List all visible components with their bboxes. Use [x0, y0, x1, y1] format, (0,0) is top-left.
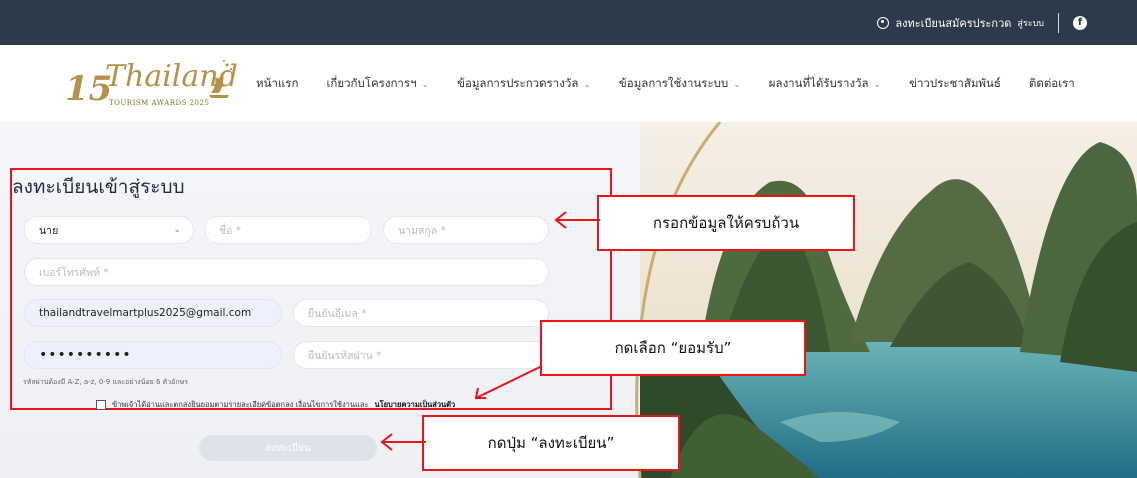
consent-checkbox[interactable]: [96, 400, 106, 410]
top-bar: ลงทะเบียนสมัครประกวด สู่ระบบ f: [0, 0, 1137, 45]
top-bar-actions: ลงทะเบียนสมัครประกวด สู่ระบบ f: [877, 0, 1087, 45]
title-select[interactable]: นาย ⌄: [24, 216, 194, 244]
chevron-down-icon: ⌄: [873, 79, 882, 90]
first-name-field[interactable]: ชื่อ *: [204, 216, 372, 244]
email-confirm-field[interactable]: ยืนยันอีเมล *: [293, 299, 549, 327]
nav-item-system-info[interactable]: ข้อมูลการใช้งานระบบ ⌄: [619, 75, 741, 93]
chevron-down-icon: ⌄: [733, 79, 741, 90]
nav-item-contact[interactable]: ติดต่อเรา: [1029, 75, 1075, 93]
email-field[interactable]: thailandtravelmartplus2025@gmail.com: [24, 299, 282, 327]
facebook-icon[interactable]: f: [1073, 15, 1087, 30]
nav-item-home[interactable]: หน้าแรก: [256, 75, 298, 93]
callout-register: กดปุ่ม “ลงทะเบียน”: [422, 415, 680, 471]
chevron-down-icon: ⌄: [583, 79, 591, 90]
chevron-down-icon: ⌄: [173, 225, 181, 235]
callout-fill-info: กรอกข้อมูลให้ครบถ้วน: [597, 195, 855, 251]
register-button[interactable]: ลงทะเบียน: [199, 435, 377, 461]
nav-item-news[interactable]: ข่าวประชาสัมพันธ์: [909, 75, 1001, 93]
privacy-policy-link[interactable]: นโยบายความเป็นส่วนตัว: [374, 399, 455, 411]
nav-item-winners[interactable]: ผลงานที่ได้รับรางวัล ⌄: [769, 75, 881, 93]
logo-emblem-icon: [209, 60, 232, 98]
last-name-field[interactable]: นามสกุล *: [383, 216, 549, 244]
nav-item-about[interactable]: เกี่ยวกับโครงการฯ ⌄: [326, 75, 429, 93]
main-nav: หน้าแรก เกี่ยวกับโครงการฯ ⌄ ข้อมูลการประก…: [256, 45, 1103, 122]
chevron-down-icon: ⌄: [421, 79, 430, 90]
callout-arrow: [554, 211, 600, 229]
consent-row: ข้าพเจ้าได้อ่านและตกลงยินยอมตามรายละเอีย…: [96, 399, 455, 411]
site-logo[interactable]: 15 Thailand TOURISM AWARDS 2025: [65, 55, 238, 115]
password-hint: รหัสผ่านต้องมี A-Z, a-z, 0-9 และอย่างน้อ…: [23, 378, 188, 386]
register-link[interactable]: ลงทะเบียนสมัครประกวด: [895, 14, 1011, 32]
nav-item-contest-info[interactable]: ข้อมูลการประกวดรางวัล ⌄: [457, 75, 591, 93]
logo-subtitle: TOURISM AWARDS 2025: [109, 99, 210, 107]
callout-arrow: [380, 433, 426, 451]
divider: [1058, 12, 1059, 33]
consent-text: ข้าพเจ้าได้อ่านและตกลงยินยอมตามรายละเอีย…: [112, 400, 369, 409]
callout-accept: กดเลือก “ยอมรับ”: [540, 320, 806, 376]
main-header: 15 Thailand TOURISM AWARDS 2025 หน้าแรก …: [0, 45, 1137, 122]
phone-field[interactable]: เบอร์โทรศัพท์ *: [24, 258, 549, 286]
user-circle-icon[interactable]: [877, 16, 890, 29]
callout-arrow: [474, 365, 543, 399]
page-title: ลงทะเบียนเข้าสู่ระบบ: [12, 176, 185, 198]
login-link[interactable]: สู่ระบบ: [1017, 16, 1044, 30]
password-field[interactable]: ••••••••••: [24, 341, 282, 369]
